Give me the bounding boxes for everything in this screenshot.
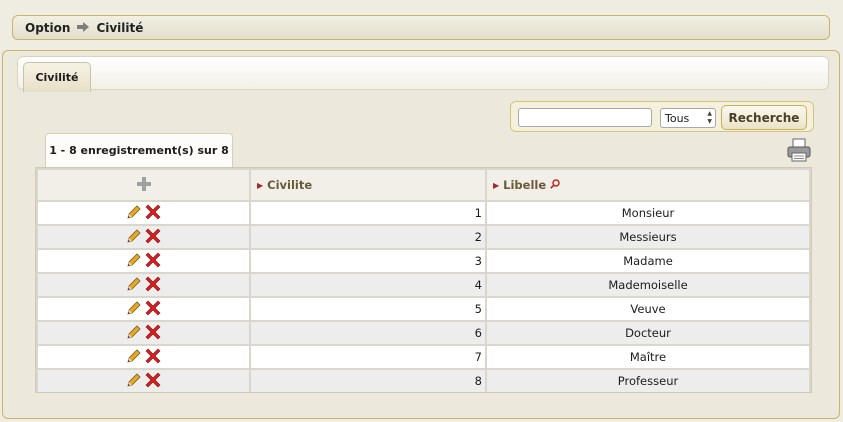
spinner-arrows-icon: ▲ ▼ — [707, 110, 712, 125]
delete-x-icon[interactable] — [145, 324, 161, 343]
cell-libelle: Professeur — [487, 370, 809, 392]
magnifier-icon[interactable] — [550, 178, 560, 192]
pencil-icon[interactable] — [126, 300, 142, 319]
cell-libelle: Veuve — [487, 298, 809, 320]
search-input[interactable] — [518, 108, 652, 127]
delete-x-icon[interactable] — [145, 204, 161, 223]
pencil-icon[interactable] — [126, 372, 142, 391]
main-panel: Civilité Tous ▲ ▼ Recherche 1 - 8 enregis… — [2, 50, 840, 419]
breadcrumb: Option Civilité — [12, 15, 830, 40]
delete-x-icon[interactable] — [145, 228, 161, 247]
cell-civilite: 3 — [251, 250, 485, 272]
cell-civilite: 4 — [251, 274, 485, 296]
tab-civilite[interactable]: Civilité — [23, 62, 91, 92]
row-actions — [38, 202, 249, 224]
pencil-icon[interactable] — [126, 348, 142, 367]
table-row: 1 Monsieur — [38, 202, 809, 224]
cell-civilite: 8 — [251, 370, 485, 392]
pencil-icon[interactable] — [126, 276, 142, 295]
delete-x-icon[interactable] — [145, 276, 161, 295]
row-actions — [38, 322, 249, 344]
record-count-tab: 1 - 8 enregistrement(s) sur 8 — [45, 133, 233, 167]
pencil-icon[interactable] — [126, 252, 142, 271]
table-row: 5 Veuve — [38, 298, 809, 320]
filter-select[interactable]: Tous ▲ ▼ — [660, 108, 716, 128]
search-button[interactable]: Recherche — [721, 105, 807, 130]
tab-bar: Civilité — [17, 56, 829, 92]
table-row: 6 Docteur — [38, 322, 809, 344]
breadcrumb-current: Civilité — [96, 20, 144, 35]
row-actions — [38, 298, 249, 320]
table-row: 2 Messieurs — [38, 226, 809, 248]
pencil-icon[interactable] — [126, 228, 142, 247]
pencil-icon[interactable] — [126, 324, 142, 343]
pencil-icon[interactable] — [126, 204, 142, 223]
cell-civilite: 5 — [251, 298, 485, 320]
cell-civilite: 1 — [251, 202, 485, 224]
add-header-cell — [38, 170, 249, 200]
sort-triangle-icon: ▶ — [493, 180, 500, 190]
row-actions — [38, 274, 249, 296]
plus-icon[interactable] — [136, 176, 151, 194]
row-actions — [38, 346, 249, 368]
row-actions — [38, 370, 249, 392]
table-row: 3 Madame — [38, 250, 809, 272]
row-actions — [38, 226, 249, 248]
arrow-right-icon — [77, 21, 90, 35]
cell-civilite: 2 — [251, 226, 485, 248]
breadcrumb-parent[interactable]: Option — [25, 21, 70, 35]
cell-civilite: 6 — [251, 322, 485, 344]
filter-select-value: Tous — [665, 111, 690, 125]
cell-libelle: Docteur — [487, 322, 809, 344]
delete-x-icon[interactable] — [145, 372, 161, 391]
data-table: ▶ Civilite ▶ Libelle 1 Monsieur 2 Messie… — [35, 167, 812, 393]
column-header-libelle[interactable]: ▶ Libelle — [487, 170, 809, 200]
table-row: 8 Professeur — [38, 370, 809, 392]
cell-libelle: Maître — [487, 346, 809, 368]
cell-civilite: 7 — [251, 346, 485, 368]
column-header-civilite[interactable]: ▶ Civilite — [251, 170, 485, 200]
table-row: 7 Maître — [38, 346, 809, 368]
delete-x-icon[interactable] — [145, 252, 161, 271]
cell-libelle: Messieurs — [487, 226, 809, 248]
row-actions — [38, 250, 249, 272]
cell-libelle: Monsieur — [487, 202, 809, 224]
delete-x-icon[interactable] — [145, 348, 161, 367]
table-row: 4 Mademoiselle — [38, 274, 809, 296]
delete-x-icon[interactable] — [145, 300, 161, 319]
printer-icon[interactable] — [786, 137, 812, 163]
cell-libelle: Mademoiselle — [487, 274, 809, 296]
search-bar: Tous ▲ ▼ Recherche — [510, 101, 814, 132]
cell-libelle: Madame — [487, 250, 809, 272]
sort-triangle-icon: ▶ — [257, 181, 264, 190]
